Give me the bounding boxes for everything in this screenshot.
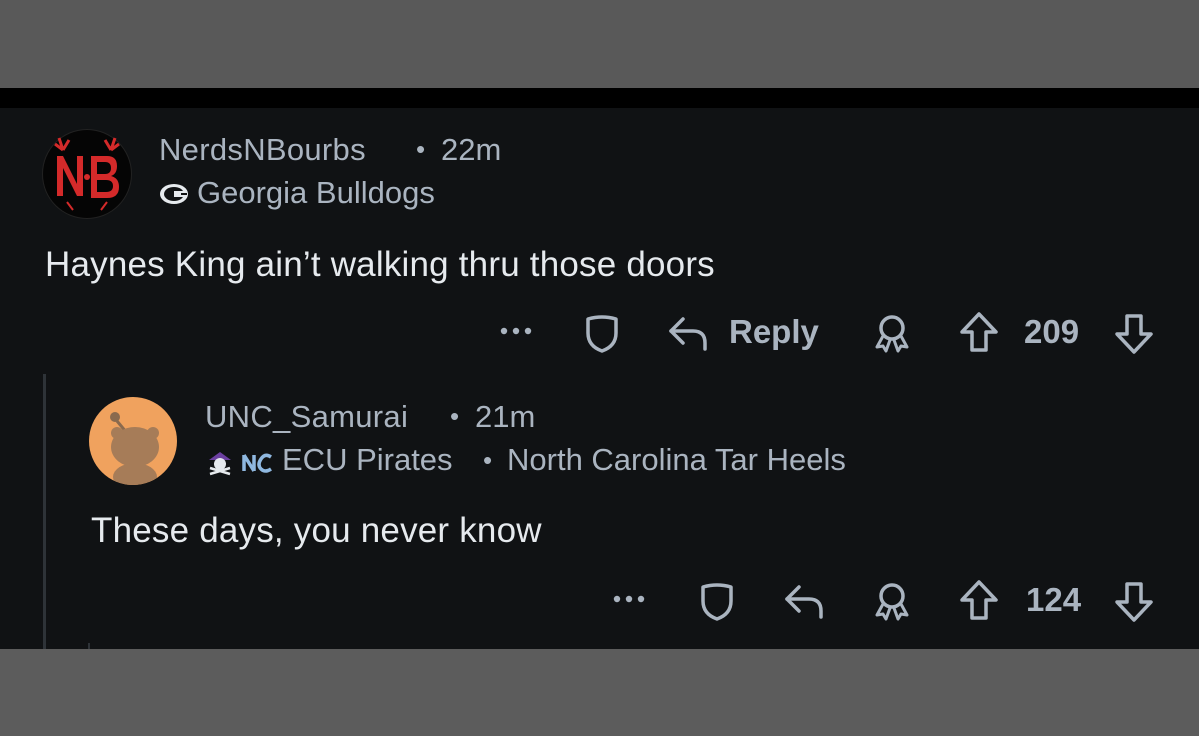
comment-body: Haynes King ain’t walking thru those doo… [45, 245, 715, 284]
meta-separator: • [416, 134, 426, 164]
thread-line[interactable] [43, 374, 46, 649]
shield-icon[interactable] [699, 581, 735, 621]
vote-score: 124 [1026, 581, 1082, 618]
award-icon[interactable] [871, 313, 913, 353]
user-flair-primary: ECU Pirates [282, 442, 453, 477]
reply-arrow-icon[interactable] [667, 313, 711, 353]
user-flair-secondary: North Carolina Tar Heels [507, 442, 846, 477]
bottom-gray-band [0, 649, 1199, 736]
pirate-flair-icon [205, 448, 235, 483]
avatar[interactable] [43, 130, 131, 218]
downvote-arrow-icon[interactable] [1113, 581, 1155, 623]
downvote-arrow-icon[interactable] [1113, 313, 1155, 355]
more-dots-icon[interactable] [498, 317, 534, 345]
upvote-arrow-icon[interactable] [958, 311, 1000, 353]
upvote-arrow-icon[interactable] [958, 579, 1000, 621]
comment-thread-panel: NerdsNBourbs • 22m Georgia Bulldogs Hayn… [0, 108, 1199, 649]
comment-timestamp: 21m [475, 399, 536, 434]
user-flair: Georgia Bulldogs [197, 175, 435, 210]
black-strip [0, 88, 1199, 108]
flair-separator: • [483, 445, 493, 475]
meta-separator: • [450, 401, 460, 431]
georgia-g-icon [159, 183, 189, 210]
reply-arrow-icon[interactable] [783, 581, 827, 621]
comment-username[interactable]: NerdsNBourbs [159, 132, 366, 168]
top-gray-band [0, 0, 1199, 88]
vote-score: 209 [1024, 313, 1080, 350]
nb-logo-icon [54, 137, 120, 211]
comment-timestamp: 22m [441, 132, 502, 167]
award-icon[interactable] [871, 581, 913, 621]
snoo-avatar-icon [110, 412, 159, 485]
comment-body: These days, you never know [91, 511, 542, 550]
shield-icon[interactable] [584, 313, 620, 353]
unc-logo-icon [241, 451, 273, 480]
reply-button[interactable]: Reply [729, 313, 819, 351]
comment-username[interactable]: UNC_Samurai [205, 399, 408, 435]
avatar[interactable] [89, 397, 177, 485]
more-dots-icon[interactable] [611, 585, 647, 613]
